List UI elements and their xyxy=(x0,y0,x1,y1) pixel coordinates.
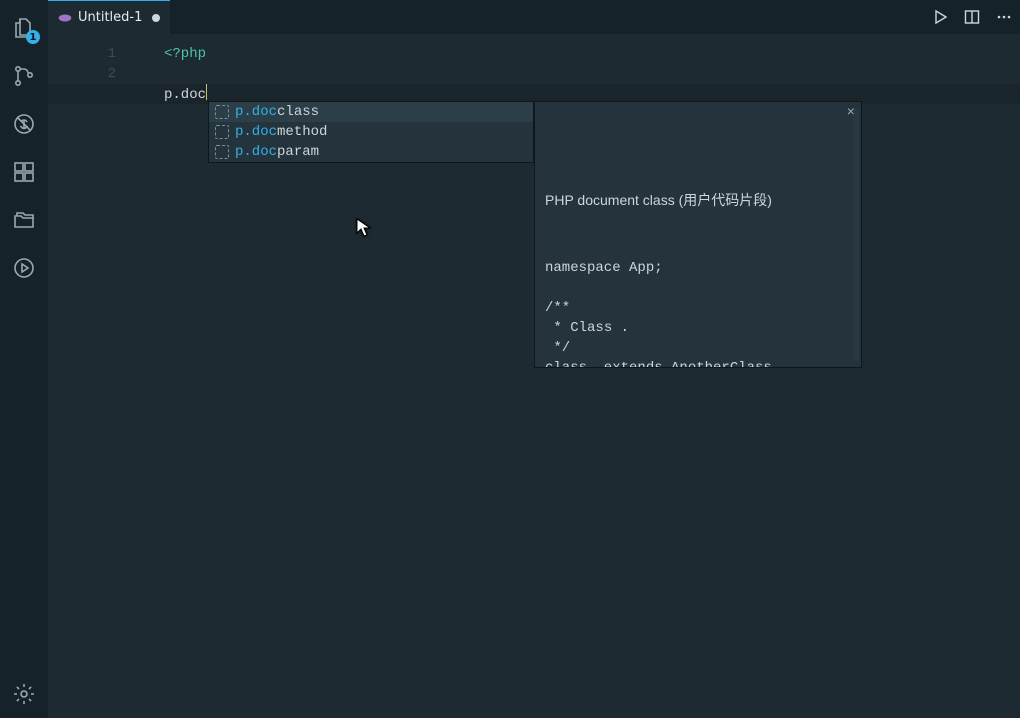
suggest-label: p.docparam xyxy=(235,144,319,160)
activity-folders[interactable] xyxy=(0,196,48,244)
split-editor-button[interactable] xyxy=(962,7,982,27)
suggest-details: × PHP document class (用户代码片段) namespace … xyxy=(534,101,862,368)
php-lang-icon xyxy=(58,11,72,25)
extensions-icon xyxy=(12,160,36,184)
more-actions-button[interactable] xyxy=(994,7,1014,27)
no-bug-icon xyxy=(12,112,36,136)
mouse-pointer-icon xyxy=(356,218,372,243)
activity-run[interactable] xyxy=(0,244,48,292)
text-cursor xyxy=(206,84,207,100)
tab-untitled[interactable]: Untitled-1 xyxy=(48,0,170,34)
tab-title: Untitled-1 xyxy=(78,10,142,25)
scrollbar[interactable] xyxy=(853,108,859,361)
snippet-icon xyxy=(215,145,229,159)
app-root: 1 xyxy=(0,0,1020,718)
activity-explorer[interactable]: 1 xyxy=(0,4,48,52)
snippet-icon xyxy=(215,105,229,119)
editor-title-actions xyxy=(930,0,1014,34)
suggest-label: p.docclass xyxy=(235,104,319,120)
suggest-item[interactable]: p.docclass xyxy=(209,102,533,122)
source-control-icon xyxy=(12,64,36,88)
play-icon xyxy=(932,9,948,25)
snippet-icon xyxy=(215,125,229,139)
code-token: <?php xyxy=(164,46,206,62)
suggest-widget[interactable]: p.docclass p.docmethod p.docparam xyxy=(208,101,534,163)
dirty-dot-icon xyxy=(152,14,160,22)
suggest-item[interactable]: p.docmethod xyxy=(209,122,533,142)
tab-strip: Untitled-1 xyxy=(48,0,1020,34)
activity-settings[interactable] xyxy=(0,670,48,718)
code-content: <?php p.doc xyxy=(48,44,1020,104)
editor-area: Untitled-1 1 2 3 xyxy=(48,0,1020,718)
code-token: p.doc xyxy=(164,87,206,103)
activity-extensions[interactable] xyxy=(0,148,48,196)
activity-scm[interactable] xyxy=(0,52,48,100)
suggest-label: p.docmethod xyxy=(235,124,327,140)
activity-debug[interactable] xyxy=(0,100,48,148)
explorer-badge: 1 xyxy=(26,30,40,44)
details-body: namespace App; /** * Class . */ class ex… xyxy=(545,258,851,368)
text-editor[interactable]: 1 2 3 <?php p.doc p.docclass p.docmethod xyxy=(48,34,1020,718)
play-circle-icon xyxy=(12,256,36,280)
code-line: <?php xyxy=(48,44,1020,64)
activity-bar: 1 xyxy=(0,0,48,718)
suggest-item[interactable]: p.docparam xyxy=(209,142,533,162)
split-icon xyxy=(964,9,980,25)
folders-icon xyxy=(12,208,36,232)
gear-icon xyxy=(12,682,36,706)
run-file-button[interactable] xyxy=(930,7,950,27)
code-line xyxy=(48,64,1020,84)
details-title: PHP document class (用户代码片段) xyxy=(545,190,851,210)
ellipsis-icon xyxy=(996,9,1012,25)
